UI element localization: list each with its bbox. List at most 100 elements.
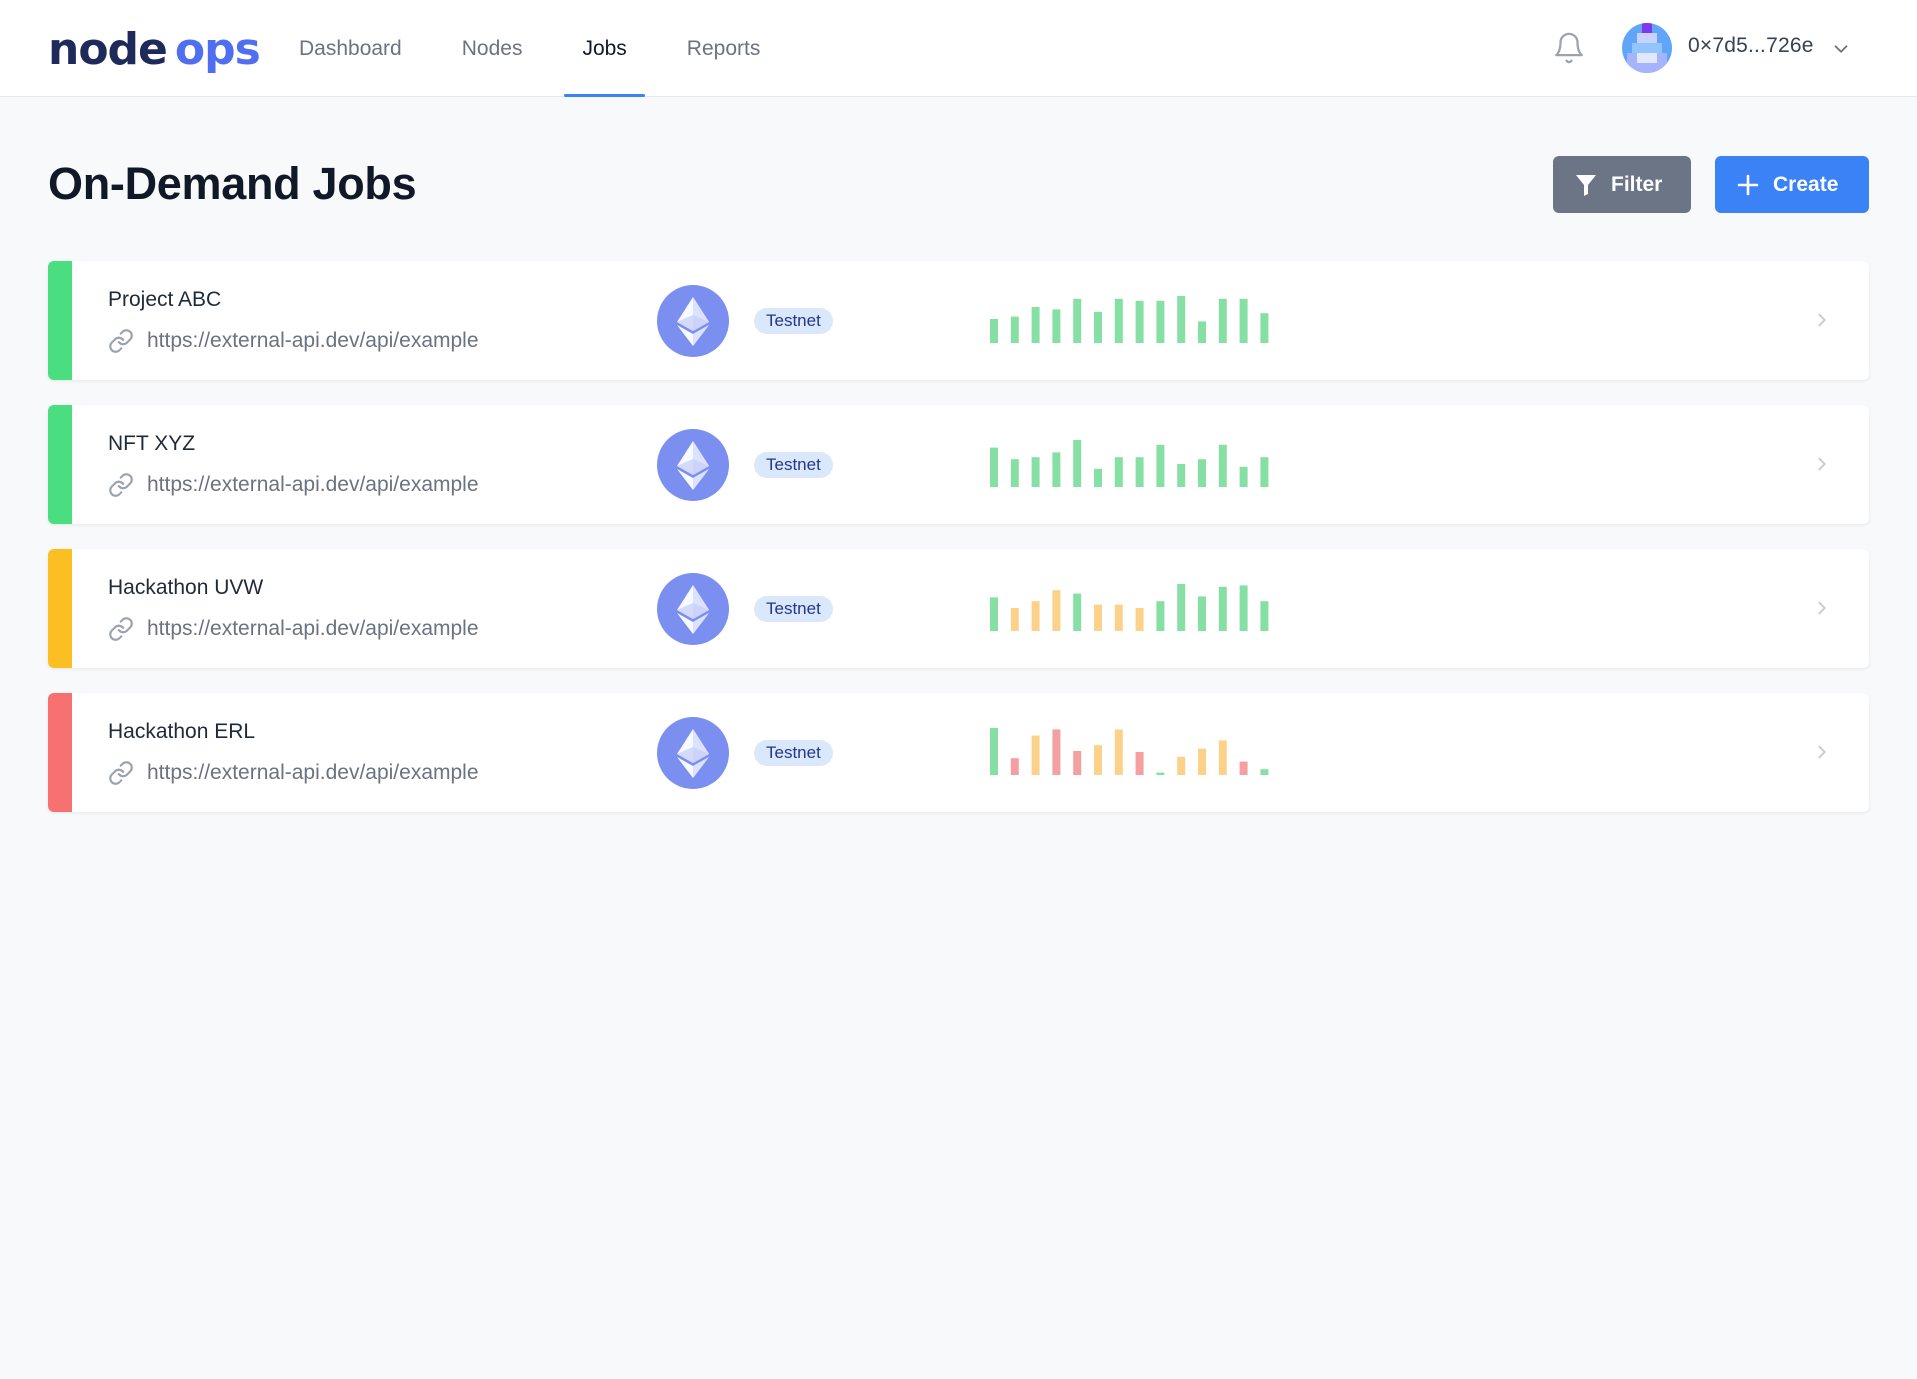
uptime-bar: [1156, 300, 1165, 343]
uptime-bar: [1073, 298, 1082, 343]
uptime-bar: [1114, 604, 1123, 631]
uptime-bar: [1135, 457, 1144, 487]
uptime-bar: [1177, 464, 1186, 487]
job-url[interactable]: https://external-api.dev/api/example: [147, 329, 479, 353]
uptime-bar: [1239, 761, 1248, 775]
uptime-bar: [1218, 444, 1227, 487]
uptime-bar: [1052, 309, 1061, 343]
plus-icon: [1737, 174, 1759, 195]
avatar[interactable]: [1622, 23, 1672, 73]
uptime-bar: [990, 597, 998, 631]
uptime-bar-chart: [990, 440, 1269, 487]
page-title: On-Demand Jobs: [48, 158, 417, 209]
uptime-bar: [1031, 457, 1040, 487]
network-badge: Testnet: [754, 740, 833, 766]
uptime-bar-chart: [990, 296, 1269, 343]
chevron-right-icon[interactable]: [1811, 309, 1833, 331]
uptime-bar: [1198, 321, 1206, 343]
nav-dashboard[interactable]: Dashboard: [275, 0, 426, 97]
ethereum-icon: [657, 429, 729, 501]
uptime-bar: [1073, 440, 1082, 487]
uptime-bar: [1260, 601, 1269, 631]
uptime-bar: [1156, 772, 1165, 775]
uptime-bar: [1052, 590, 1061, 631]
ethereum-icon: [657, 573, 729, 645]
nodeops-logo[interactable]: node ops: [48, 24, 261, 76]
uptime-bar-chart: [990, 728, 1269, 775]
wallet-address[interactable]: 0×7d5...726e: [1688, 34, 1814, 58]
link-icon: [109, 617, 133, 641]
nav-jobs[interactable]: Jobs: [558, 0, 650, 97]
job-url[interactable]: https://external-api.dev/api/example: [147, 617, 479, 641]
job-row[interactable]: Hackathon ERL https://external-api.dev/a…: [48, 693, 1869, 812]
job-url[interactable]: https://external-api.dev/api/example: [147, 473, 479, 497]
ethereum-icon: [657, 717, 729, 789]
job-row[interactable]: NFT XYZ https://external-api.dev/api/exa…: [48, 405, 1869, 524]
uptime-bar: [1031, 307, 1040, 343]
filter-button[interactable]: Filter: [1553, 156, 1691, 213]
uptime-bar: [1177, 296, 1186, 343]
logo-text-node: node: [48, 24, 168, 75]
uptime-bar: [1239, 298, 1248, 343]
uptime-bar: [1198, 459, 1206, 487]
uptime-bar: [1094, 311, 1102, 343]
uptime-bar: [1010, 758, 1019, 775]
uptime-bar: [1177, 584, 1186, 631]
uptime-bar: [1114, 457, 1123, 487]
uptime-bar: [1239, 585, 1248, 631]
network-badge: Testnet: [754, 452, 833, 478]
link-icon: [109, 473, 133, 497]
nav-nodes[interactable]: Nodes: [438, 0, 547, 97]
top-navbar: node ops Dashboard Nodes Jobs Reports 0×7…: [0, 0, 1917, 97]
uptime-bar: [990, 447, 998, 487]
uptime-bar: [1218, 740, 1227, 775]
uptime-bar: [1010, 316, 1019, 343]
job-row[interactable]: Project ABC https://external-api.dev/api…: [48, 261, 1869, 380]
job-row[interactable]: Hackathon UVW https://external-api.dev/a…: [48, 549, 1869, 668]
uptime-bar: [1010, 459, 1019, 487]
ethereum-icon: [657, 285, 729, 357]
status-indicator: [48, 405, 72, 524]
uptime-bar: [1198, 748, 1206, 775]
job-name: Project ABC: [108, 288, 222, 311]
uptime-bar: [1218, 298, 1227, 343]
uptime-bar: [1260, 769, 1269, 775]
create-button[interactable]: Create: [1715, 156, 1869, 213]
uptime-bar: [990, 728, 998, 775]
uptime-bar: [1135, 608, 1144, 631]
uptime-bar: [1031, 601, 1040, 631]
main-nav: Dashboard Nodes Jobs Reports: [275, 0, 796, 97]
uptime-bar: [1031, 735, 1040, 775]
uptime-bar: [1156, 444, 1165, 487]
filter-button-label: Filter: [1611, 172, 1663, 196]
jobs-list: Project ABC https://external-api.dev/api…: [48, 261, 1869, 837]
nav-reports[interactable]: Reports: [663, 0, 785, 97]
chevron-down-icon[interactable]: [1830, 38, 1852, 60]
chevron-right-icon[interactable]: [1811, 741, 1833, 763]
uptime-bar: [1114, 729, 1123, 775]
uptime-bar-chart: [990, 584, 1269, 631]
uptime-bar: [1177, 756, 1186, 775]
uptime-bar: [1094, 745, 1102, 775]
link-icon: [109, 329, 133, 353]
uptime-bar: [1260, 313, 1269, 343]
bell-icon[interactable]: [1552, 30, 1586, 66]
funnel-icon: [1576, 174, 1596, 196]
chevron-right-icon[interactable]: [1811, 453, 1833, 475]
uptime-bar: [1094, 604, 1102, 631]
status-indicator: [48, 693, 72, 812]
logo-text-ops: ops: [174, 24, 261, 75]
uptime-bar: [990, 319, 998, 343]
status-indicator: [48, 261, 72, 380]
uptime-bar: [1218, 586, 1227, 631]
chevron-right-icon[interactable]: [1811, 597, 1833, 619]
uptime-bar: [1052, 452, 1061, 487]
uptime-bar: [1156, 601, 1165, 631]
uptime-bar: [1198, 596, 1206, 631]
uptime-bar: [1135, 752, 1144, 775]
job-url[interactable]: https://external-api.dev/api/example: [147, 761, 479, 785]
create-button-label: Create: [1773, 172, 1839, 196]
uptime-bar: [1010, 608, 1019, 631]
uptime-bar: [1073, 593, 1082, 631]
job-name: NFT XYZ: [108, 432, 196, 455]
